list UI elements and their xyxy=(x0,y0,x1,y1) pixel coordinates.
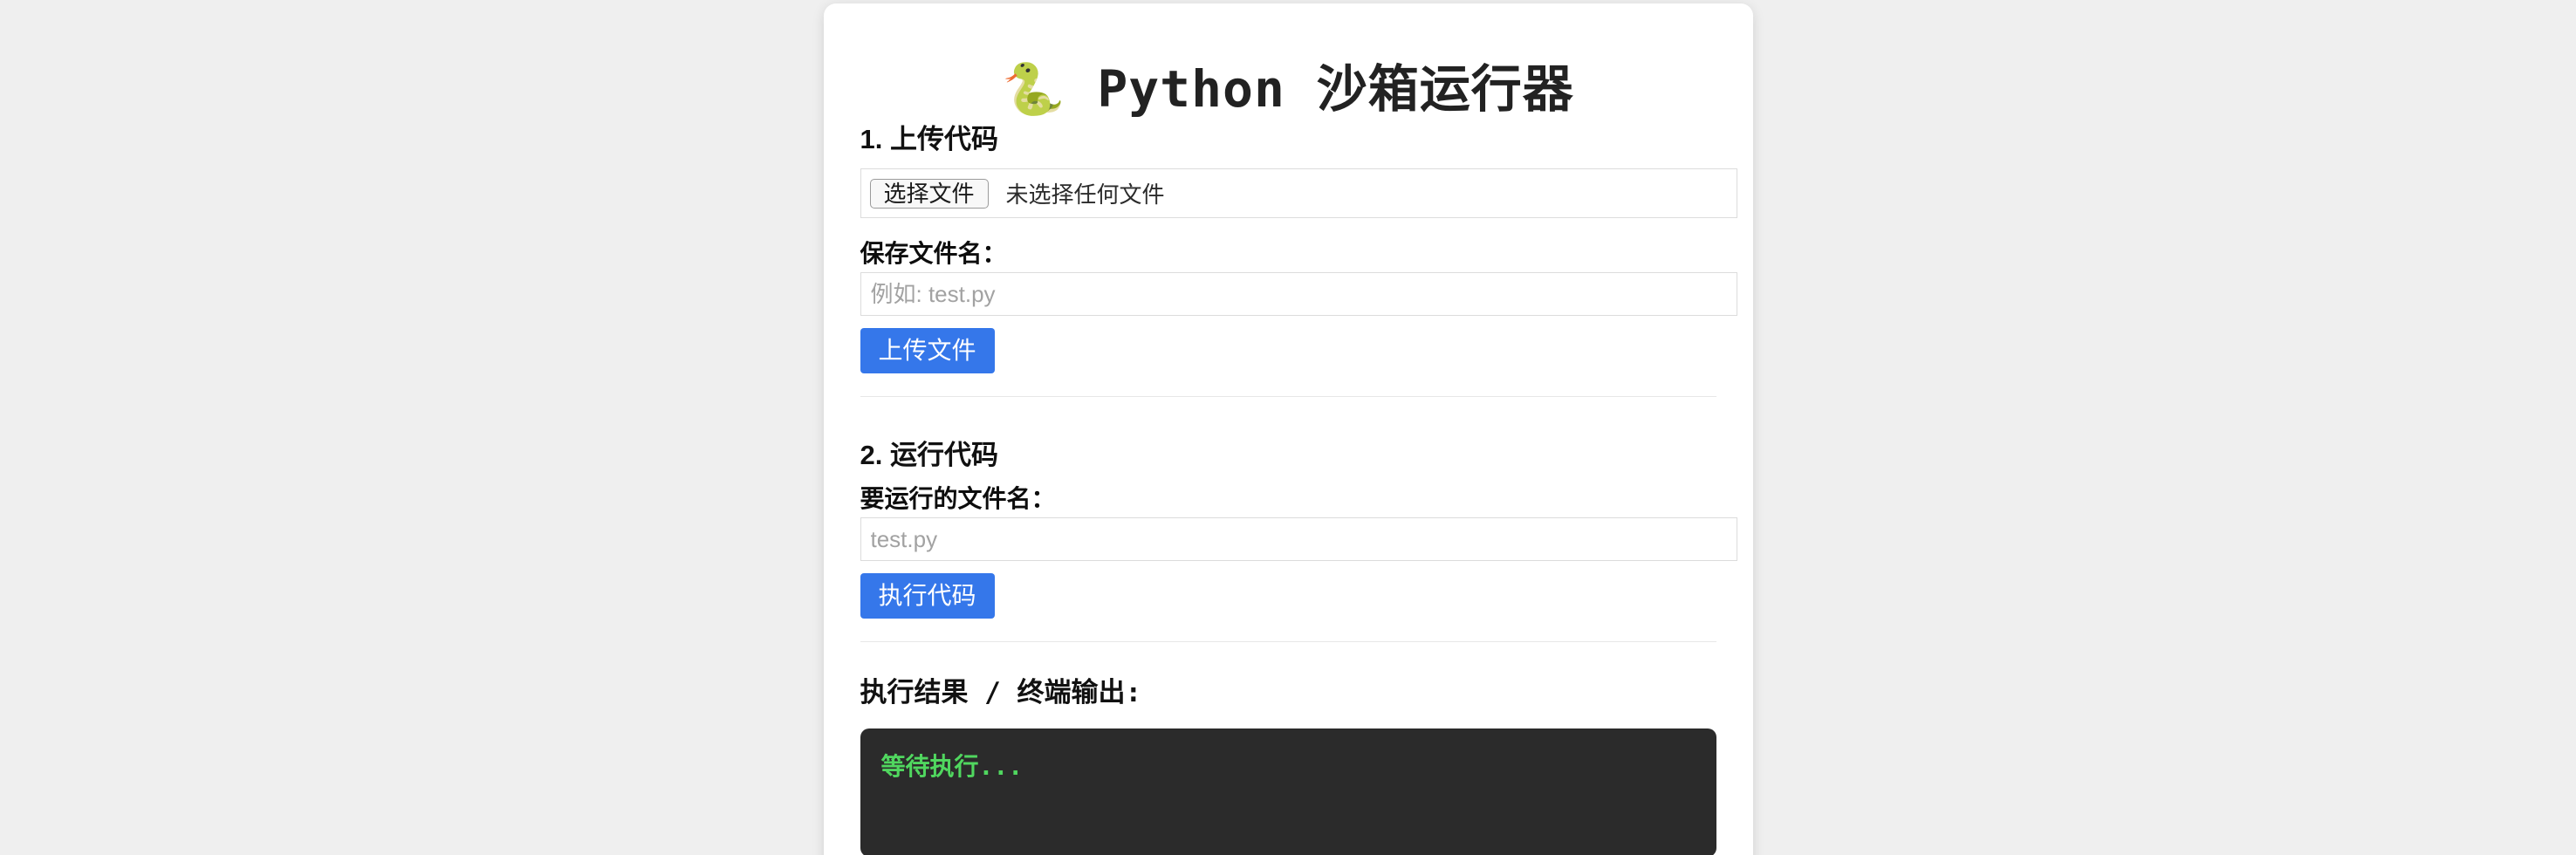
page-viewport: 🐍 Python 沙箱运行器 1. 上传代码 选择文件 未选择任何文件 保存文件… xyxy=(0,0,2576,855)
save-filename-label: 保存文件名： xyxy=(860,239,1716,269)
output-heading: 执行结果 / 终端输出: xyxy=(860,677,1716,709)
file-status-text: 未选择任何文件 xyxy=(1006,177,1165,209)
main-card: 🐍 Python 沙箱运行器 1. 上传代码 选择文件 未选择任何文件 保存文件… xyxy=(824,3,1753,855)
section-divider xyxy=(860,396,1716,397)
terminal-status-text: 等待执行... xyxy=(881,752,1024,781)
upload-file-button[interactable]: 上传文件 xyxy=(860,328,995,373)
run-section-heading: 2. 运行代码 xyxy=(860,439,1716,471)
page-title-text: Python 沙箱运行器 xyxy=(1097,59,1573,119)
output-divider xyxy=(860,641,1716,642)
page-title: 🐍 Python 沙箱运行器 xyxy=(860,58,1716,121)
execute-code-button[interactable]: 执行代码 xyxy=(860,573,995,619)
save-filename-input[interactable] xyxy=(860,272,1737,316)
snake-emoji-icon: 🐍 xyxy=(1002,59,1065,119)
upload-section-heading: 1. 上传代码 xyxy=(860,123,1716,155)
file-input[interactable]: 选择文件 未选择任何文件 xyxy=(860,168,1737,218)
terminal-output: 等待执行... xyxy=(860,728,1716,855)
run-filename-label: 要运行的文件名： xyxy=(860,484,1716,514)
choose-file-button[interactable]: 选择文件 xyxy=(870,179,989,209)
run-filename-input[interactable] xyxy=(860,517,1737,561)
